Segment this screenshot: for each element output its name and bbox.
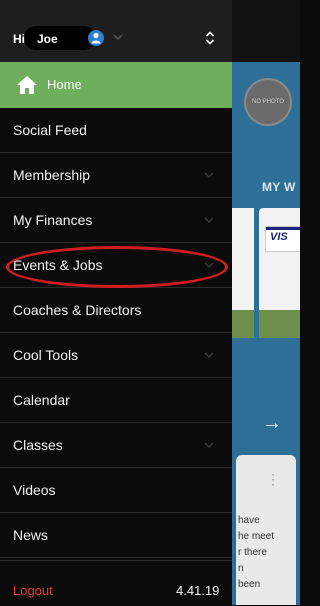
menu-item-videos[interactable]: Videos — [0, 468, 232, 513]
chevron-down-icon — [204, 217, 214, 223]
menu-item-events-jobs[interactable]: Events & Jobs — [0, 243, 232, 288]
drawer-header: Hi Joe — [0, 0, 232, 62]
menu-item-label: Videos — [13, 482, 56, 498]
background-app-top-bar — [232, 0, 300, 62]
navigation-drawer: Hi Joe Home Social Feed Membership My Fi… — [0, 0, 232, 605]
wallet-heading: MY W — [262, 180, 296, 194]
chevron-down-icon[interactable] — [112, 31, 124, 43]
message-line: have — [238, 515, 260, 526]
menu-item-classes[interactable]: Classes — [0, 423, 232, 468]
visa-card-icon: VIS — [265, 226, 300, 252]
user-switcher[interactable] — [24, 26, 96, 50]
menu-item-label: News — [13, 527, 49, 543]
message-line: r there — [238, 547, 267, 558]
menu-item-label: Home — [47, 77, 82, 92]
message-line: n — [238, 563, 244, 574]
menu-item-label: Social Feed — [13, 122, 87, 138]
user-profile-icon — [88, 30, 104, 46]
menu-item-label: Membership — [13, 167, 91, 183]
menu-item-membership[interactable]: Membership — [0, 153, 232, 198]
switch-account-icon[interactable] — [205, 31, 215, 45]
chevron-down-icon — [204, 442, 214, 448]
arrow-right-icon[interactable]: → — [262, 412, 282, 435]
menu-item-label: Cool Tools — [13, 347, 79, 363]
app-version: 4.41.19 — [176, 583, 220, 598]
chevron-down-icon — [204, 172, 214, 178]
menu-item-label: Calendar — [13, 392, 70, 408]
user-name[interactable]: Joe — [37, 32, 58, 46]
more-options-icon[interactable]: ⋮ — [266, 471, 280, 487]
message-line: been — [238, 579, 261, 590]
wallet-card-left[interactable] — [232, 208, 254, 338]
menu-item-cool-tools[interactable]: Cool Tools — [0, 333, 232, 378]
chevron-down-icon — [204, 352, 214, 358]
message-card[interactable]: ⋮ have he meet r there n been — [236, 455, 296, 605]
home-icon — [17, 76, 37, 94]
menu-item-my-finances[interactable]: My Finances — [0, 198, 232, 243]
drawer-footer: Logout 4.41.19 — [0, 560, 232, 606]
logout-button[interactable]: Logout — [13, 583, 53, 598]
chevron-down-icon — [204, 262, 214, 268]
menu-item-calendar[interactable]: Calendar — [0, 378, 232, 423]
profile-avatar[interactable]: NO PHOTO — [244, 78, 292, 126]
menu-item-social-feed[interactable]: Social Feed — [0, 108, 232, 153]
menu-item-label: Classes — [13, 437, 63, 453]
menu-item-label: My Finances — [13, 212, 93, 228]
menu-item-label: Events & Jobs — [13, 257, 103, 273]
menu-item-coaches-directors[interactable]: Coaches & Directors — [0, 288, 232, 333]
background-app: NO PHOTO MY W VIS → ⋮ have he meet r the… — [232, 0, 300, 605]
wallet-card-visa[interactable]: VIS — [259, 208, 300, 338]
greeting-label: Hi — [13, 32, 25, 46]
message-line: he meet — [238, 531, 275, 542]
menu-item-label: Coaches & Directors — [13, 302, 142, 318]
menu-item-news[interactable]: News — [0, 513, 232, 558]
menu-item-home[interactable]: Home — [0, 62, 232, 108]
